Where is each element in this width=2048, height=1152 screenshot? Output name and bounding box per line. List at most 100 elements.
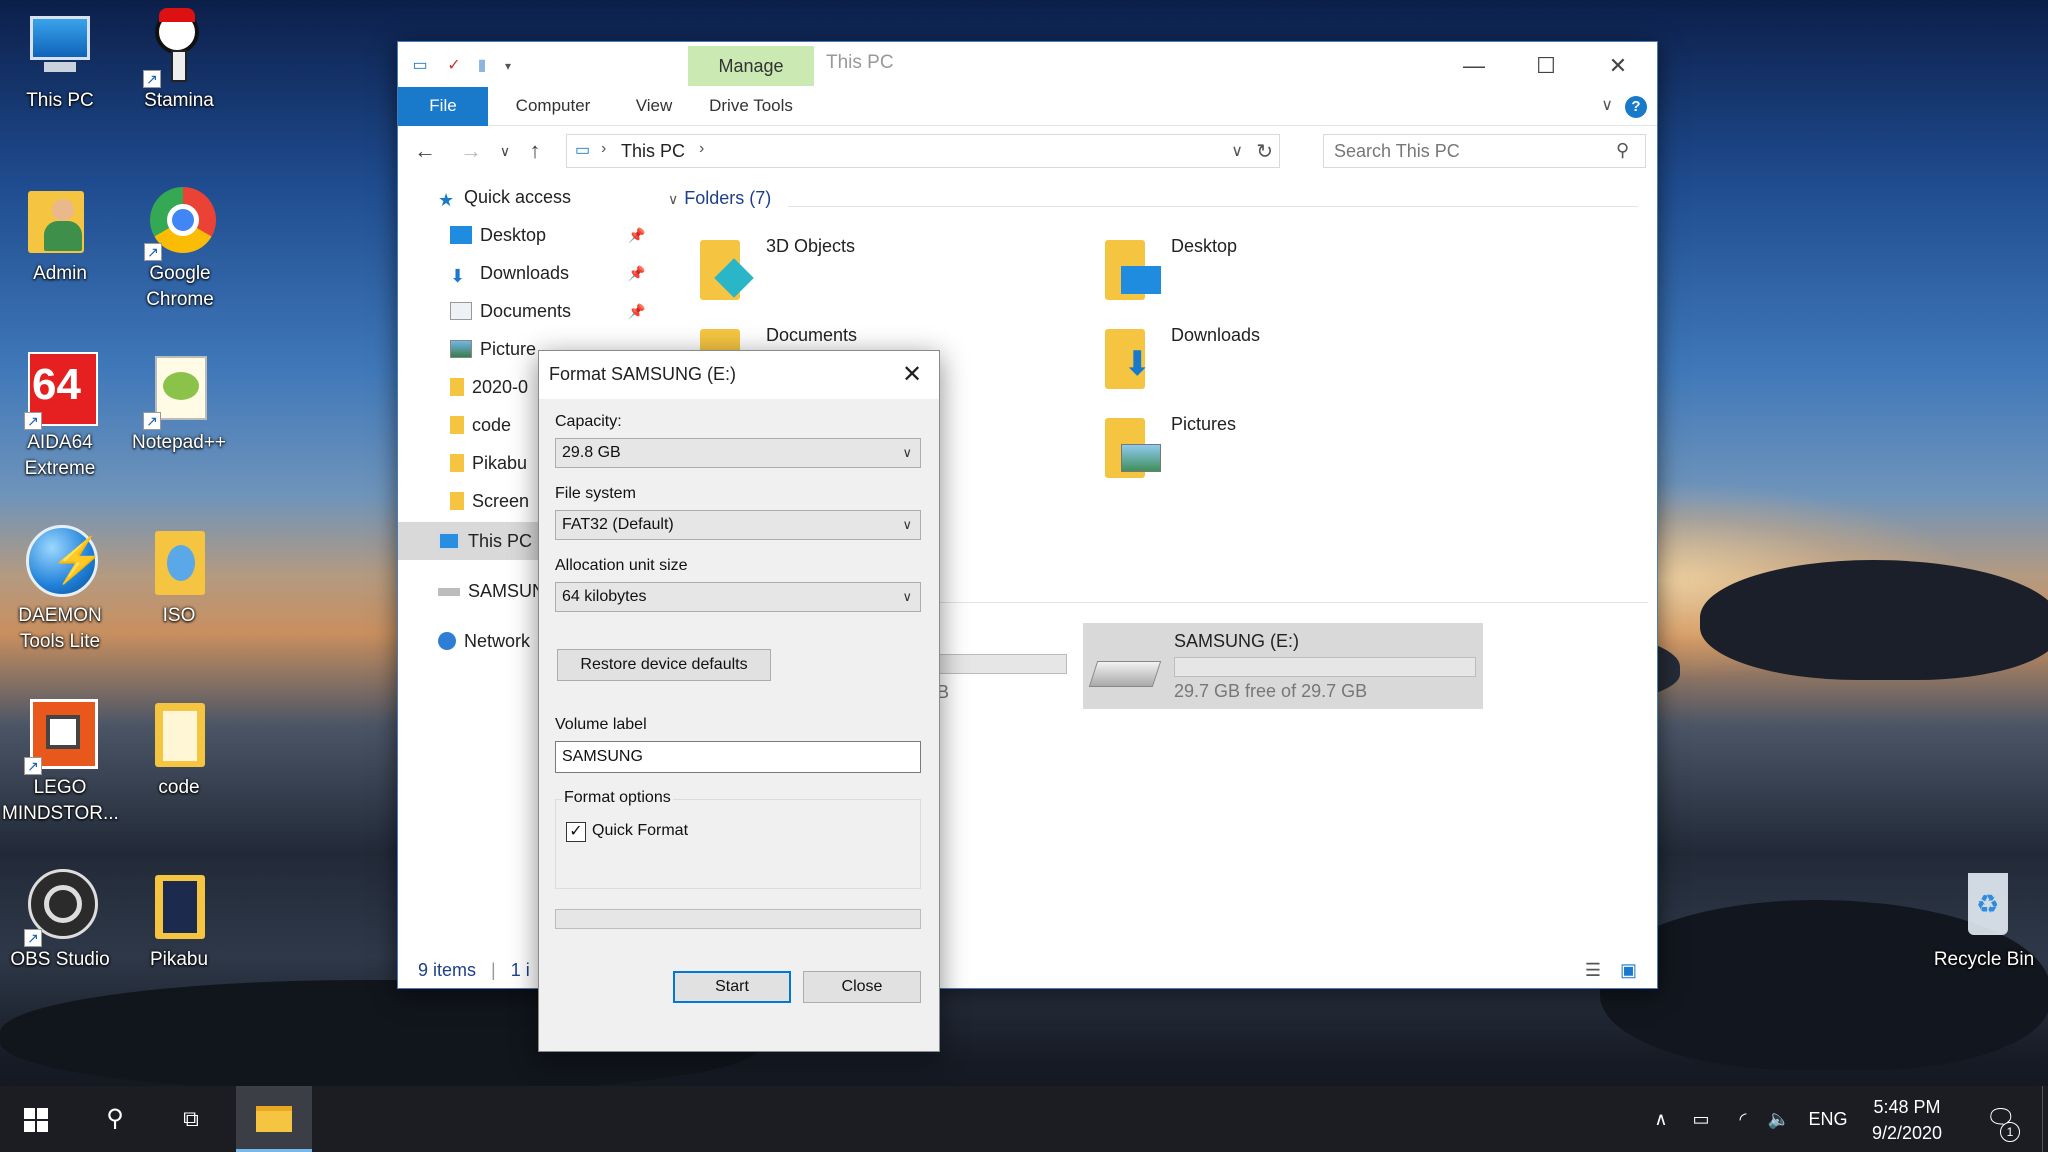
desktop-icon-lego[interactable]: ↗ LEGO MINDSTOR... — [2, 697, 119, 827]
volume-icon[interactable]: 🔈 — [1762, 1086, 1796, 1152]
drive-samsung-e[interactable]: SAMSUNG (E:) 29.7 GB free of 29.7 GB — [1083, 623, 1483, 709]
tab-drive-tools[interactable]: Drive Tools — [688, 87, 814, 126]
volume-label-input[interactable]: SAMSUNG — [555, 741, 921, 773]
notification-count-badge: 1 — [2000, 1122, 2020, 1142]
desktop-icon-label: DAEMON Tools Lite — [18, 605, 102, 652]
nav-label: Downloads — [480, 263, 570, 283]
properties-icon[interactable]: ✓ — [444, 56, 464, 76]
3d-objects-folder-icon — [696, 236, 754, 302]
desktop-icon-daemon-tools[interactable]: ⚡ DAEMON Tools Lite — [2, 525, 118, 655]
folder-icon — [141, 869, 217, 945]
address-dropdown-chevron-icon[interactable]: ∨ — [1231, 141, 1243, 161]
nav-folder-pikabu[interactable]: Pikabu — [450, 444, 527, 482]
window-title: This PC — [826, 52, 894, 73]
desktop-icon-obs[interactable]: ↗ OBS Studio — [2, 869, 118, 973]
show-hidden-icons-chevron-icon[interactable]: ∧ — [1646, 1086, 1676, 1152]
folder-3d-objects[interactable]: 3D Objects — [696, 236, 1076, 316]
nav-label: Documents — [480, 301, 572, 321]
wifi-icon[interactable]: ◜ — [1726, 1086, 1760, 1152]
desktop-icon-pikabu[interactable]: Pikabu — [121, 869, 237, 973]
new-folder-icon[interactable]: ▮ — [472, 56, 492, 76]
nav-network[interactable]: Network — [438, 622, 530, 660]
chevron-down-icon: ∨ — [902, 589, 912, 604]
close-icon[interactable]: ✕ — [885, 351, 939, 399]
daemon-tools-icon: ⚡ — [22, 525, 105, 601]
desktop-icon-label: code — [158, 777, 200, 798]
desktop-icon-notepadpp[interactable]: ↗ Notepad++ — [121, 352, 237, 456]
nav-folder-code[interactable]: code — [450, 406, 511, 444]
address-bar[interactable]: ▭ › This PC › ∨ ↻ — [566, 134, 1280, 168]
up-arrow-icon[interactable]: ↑ — [520, 136, 550, 166]
maximize-icon[interactable]: ☐ — [1510, 46, 1582, 86]
capacity-select[interactable]: 29.8 GB ∨ — [555, 438, 921, 468]
pin-icon[interactable]: 📌 — [628, 227, 645, 244]
desktop-icon-aida64[interactable]: 64 ↗ AIDA64 Extreme — [2, 352, 118, 482]
desktop-icon-code[interactable]: code — [121, 697, 237, 801]
nav-samsung-drive[interactable]: SAMSUN — [438, 572, 545, 610]
desktop-icon-stamina[interactable]: ↗ Stamina — [121, 8, 237, 114]
battery-icon[interactable]: ▭ — [1684, 1086, 1718, 1152]
notification-center-icon[interactable]: 🗨 — [1976, 1086, 2026, 1152]
refresh-icon[interactable]: ↻ — [1256, 139, 1273, 164]
breadcrumb-separator[interactable]: › — [699, 140, 704, 158]
tab-file[interactable]: File — [398, 87, 488, 126]
desktop-icon-recycle-bin[interactable]: ♻ Recycle Bin — [1922, 869, 2046, 973]
folder-downloads[interactable]: ⬇ Downloads — [1101, 325, 1481, 405]
nav-folder-screenshots[interactable]: Screen — [450, 482, 529, 520]
search-icon[interactable]: ⚲ — [1616, 140, 1629, 161]
clock[interactable]: 5:48 PM 9/2/2020 — [1862, 1094, 1952, 1146]
start-button[interactable] — [0, 1086, 74, 1152]
nav-documents[interactable]: Documents — [450, 292, 571, 330]
documents-icon — [450, 302, 472, 320]
close-button[interactable]: Close — [803, 971, 921, 1003]
back-arrow-icon[interactable]: ← — [410, 136, 440, 166]
tab-computer[interactable]: Computer — [498, 87, 608, 126]
format-dialog[interactable]: Format SAMSUNG (E:) ✕ Capacity: 29.8 GB … — [538, 350, 940, 1052]
desktop-icon-admin[interactable]: Admin — [2, 183, 118, 287]
search-icon[interactable]: ⚲ — [80, 1086, 150, 1152]
nav-quick-access[interactable]: ★ Quick access — [438, 178, 571, 216]
start-button[interactable]: Start — [673, 971, 791, 1003]
folder-icon — [450, 454, 464, 472]
usb-drive-icon — [438, 588, 460, 596]
tab-manage[interactable]: Manage — [688, 46, 814, 86]
quick-format-label[interactable]: Quick Format — [592, 822, 688, 840]
drive-free-text: 29.7 GB free of 29.7 GB — [1174, 681, 1368, 701]
nav-this-pc[interactable]: This PC — [438, 522, 532, 560]
close-icon[interactable]: ✕ — [1582, 46, 1654, 86]
forward-arrow-icon[interactable]: → — [456, 136, 486, 166]
folder-desktop[interactable]: Desktop — [1101, 236, 1481, 316]
allocation-label: Allocation unit size — [555, 557, 688, 574]
recycle-bin-icon: ♻ — [1946, 869, 2022, 945]
language-indicator[interactable]: ENG — [1800, 1086, 1856, 1152]
desktop-icon-this-pc[interactable]: This PC — [2, 10, 118, 114]
folder-pictures[interactable]: Pictures — [1101, 414, 1481, 494]
folders-group-header[interactable]: ∨ Folders (7) — [668, 188, 771, 209]
nav-folder-2020[interactable]: 2020-0 — [450, 368, 528, 406]
pin-icon[interactable]: 📌 — [628, 265, 645, 282]
tab-view[interactable]: View — [614, 87, 694, 126]
breadcrumb[interactable]: This PC — [621, 141, 685, 162]
nav-pictures[interactable]: Picture — [450, 330, 536, 368]
desktop-icon-google-chrome[interactable]: ↗ Google Chrome — [121, 183, 239, 313]
file-system-select[interactable]: FAT32 (Default) ∨ — [555, 510, 921, 540]
minimize-icon[interactable]: — — [1438, 46, 1510, 86]
details-view-icon[interactable]: ☰ — [1585, 960, 1601, 980]
desktop-icon-iso[interactable]: ISO — [121, 525, 237, 629]
nav-desktop[interactable]: Desktop — [450, 216, 546, 254]
taskbar-file-explorer[interactable] — [236, 1086, 312, 1152]
recent-locations-icon[interactable]: ∨ — [490, 136, 520, 166]
nav-downloads[interactable]: ⬇ Downloads — [450, 254, 569, 292]
search-input[interactable]: Search This PC — [1323, 134, 1646, 168]
pin-icon[interactable]: 📌 — [628, 303, 645, 320]
task-view-icon[interactable]: ⧉ — [156, 1086, 226, 1152]
ribbon-expand-chevron-icon[interactable]: ∨ — [1601, 95, 1613, 115]
restore-defaults-button[interactable]: Restore device defaults — [557, 649, 771, 681]
quick-format-checkbox[interactable]: ✓ — [566, 822, 586, 842]
large-icons-view-icon[interactable]: ▣ — [1620, 960, 1637, 980]
allocation-unit-select[interactable]: 64 kilobytes ∨ — [555, 582, 921, 612]
show-desktop-button[interactable] — [2042, 1086, 2048, 1152]
help-icon[interactable]: ? — [1625, 96, 1647, 118]
customize-toolbar-icon[interactable]: ▾ — [498, 56, 518, 76]
status-separator: | — [491, 960, 496, 980]
